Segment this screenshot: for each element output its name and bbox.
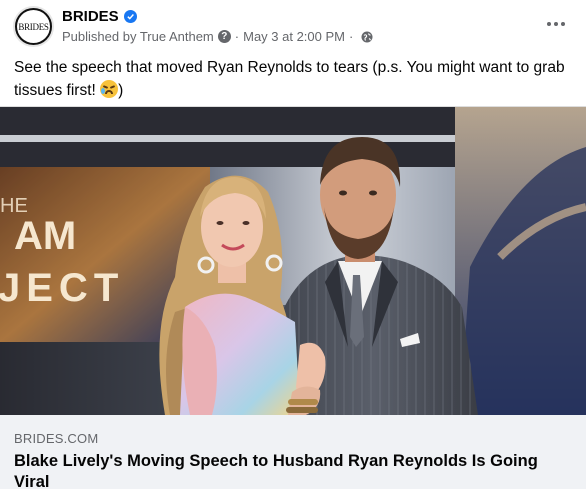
meta-separator: · [234,29,240,44]
question-circle-icon[interactable]: ? [217,30,231,43]
link-domain: BRIDES.COM [14,431,99,446]
more-options-icon[interactable] [544,14,568,34]
page-name[interactable]: BRIDES [62,8,119,25]
page-name-row: BRIDES [62,8,137,25]
page-avatar[interactable]: BRIDES [13,6,54,47]
meta-separator: · [349,29,354,44]
link-headline[interactable]: Blake Lively's Moving Speech to Husband … [14,451,574,493]
poster-text-2: AM [14,214,76,258]
verified-badge-icon [123,10,137,23]
link-preview-image[interactable]: HE AM JECT [0,107,586,415]
globe-icon[interactable] [361,31,373,43]
crying-face-emoji [100,80,119,98]
link-info[interactable]: BRIDES.COM Blake Lively's Moving Speech … [0,415,586,491]
poster-text-3: JECT [0,266,124,310]
link-preview-card[interactable]: HE AM JECT BRIDES.COM Blake Lively's Mov… [0,106,586,491]
post-meta: Published by True Anthem ? · May 3 at 2:… [62,29,373,44]
facebook-post: BRIDES BRIDES Published by True Anthem ?… [0,0,586,491]
post-caption: See the speech that moved Ryan Reynolds … [14,56,579,102]
post-timestamp[interactable]: May 3 at 2:00 PM [243,29,345,44]
avatar-logo: BRIDES [17,10,50,43]
caption-text: See the speech that moved Ryan Reynolds … [14,59,565,99]
post-header: BRIDES BRIDES Published by True Anthem ?… [0,0,586,52]
caption-end: ) [118,82,124,99]
published-by: Published by True Anthem [62,29,214,44]
